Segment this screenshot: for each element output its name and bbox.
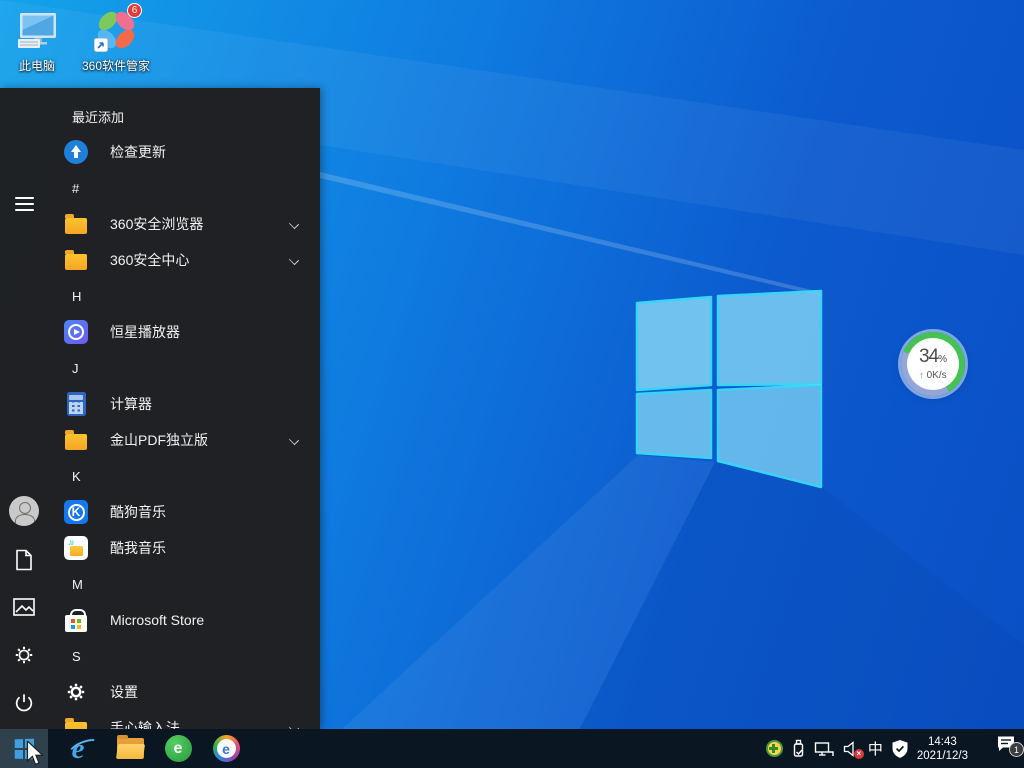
- 360-speed-float-ball[interactable]: 34% ↑ 0K/s: [901, 332, 965, 396]
- chevron-down-icon: [289, 255, 299, 265]
- recently-added-header: 最近添加: [48, 98, 320, 134]
- usb-device-icon[interactable]: [791, 739, 806, 759]
- app-item-settings[interactable]: 设置: [48, 674, 320, 710]
- taskbar-file-explorer-button[interactable]: [106, 729, 154, 768]
- user-account-button[interactable]: [0, 491, 48, 531]
- taskbar-360-safe-browser-button[interactable]: e: [154, 729, 202, 768]
- pictures-icon: [13, 597, 35, 617]
- hamburger-icon: [15, 197, 34, 211]
- app-list: 最近添加 检查更新 # 360安全浏览器 360安全中心 H: [48, 88, 320, 729]
- mute-x-badge: ×: [854, 749, 864, 759]
- rail-settings-button[interactable]: [0, 635, 48, 675]
- upload-arrow-icon: ↑: [919, 370, 924, 380]
- folder-item-shouxin-ime[interactable]: 手心输入法: [48, 710, 320, 729]
- this-pc-icon: [13, 6, 61, 54]
- app-item-check-updates[interactable]: 检查更新: [48, 134, 320, 170]
- start-menu: 最近添加 检查更新 # 360安全浏览器 360安全中心 H: [0, 88, 320, 729]
- notification-count-badge: 1: [1009, 742, 1024, 757]
- settings-gear-icon: [64, 680, 88, 704]
- section-header-s[interactable]: S: [48, 638, 320, 674]
- 360-speed-browser-icon: e: [213, 735, 240, 762]
- shortcut-arrow-icon: [94, 38, 108, 52]
- folder-icon: [64, 248, 88, 272]
- memory-usage-percent: 34%: [919, 348, 947, 369]
- app-item-hengxing-player[interactable]: 恒星播放器: [48, 314, 320, 350]
- float-ball-inner: 34% ↑ 0K/s: [907, 338, 959, 390]
- start-button[interactable]: [0, 729, 48, 768]
- pictures-button[interactable]: [0, 587, 48, 627]
- power-button[interactable]: [0, 683, 48, 723]
- chevron-down-icon: [289, 219, 299, 229]
- section-header-hash[interactable]: #: [48, 170, 320, 206]
- folder-item-360-security[interactable]: 360安全中心: [48, 242, 320, 278]
- app-item-kugou-music[interactable]: 酷狗音乐: [48, 494, 320, 530]
- section-header-k[interactable]: K: [48, 458, 320, 494]
- folder-icon: [64, 716, 88, 729]
- desktop-icon-360-software-manager[interactable]: 6 360软件管家: [79, 6, 153, 74]
- 360-safe-browser-icon: e: [165, 735, 192, 762]
- folder-icon: [64, 212, 88, 236]
- folder-icon: [64, 428, 88, 452]
- desktop: 此电脑 6 360软件管家 34% ↑ 0K/s: [0, 0, 1024, 768]
- update-count-badge: 6: [127, 3, 142, 18]
- taskbar: e e e: [0, 729, 1024, 768]
- tray-date: 2021/12/3: [917, 749, 968, 763]
- check-updates-icon: [64, 140, 88, 164]
- documents-button[interactable]: [0, 540, 48, 580]
- tray-time: 14:43: [917, 735, 968, 749]
- gear-icon: [13, 644, 35, 666]
- desktop-icon-label: 此电脑: [19, 57, 55, 74]
- ime-indicator[interactable]: 中: [868, 738, 883, 759]
- folder-item-kingsoft-pdf[interactable]: 金山PDF独立版: [48, 422, 320, 458]
- action-center-button[interactable]: 1: [996, 735, 1016, 753]
- kuwo-music-icon: [64, 536, 88, 560]
- section-header-j[interactable]: J: [48, 350, 320, 386]
- folder-item-360-browser[interactable]: 360安全浏览器: [48, 206, 320, 242]
- desktop-icon-label: 360软件管家: [82, 57, 150, 74]
- section-header-m[interactable]: M: [48, 566, 320, 602]
- network-speed: ↑ 0K/s: [919, 370, 946, 381]
- hengxing-player-icon: [64, 320, 88, 344]
- network-icon[interactable]: [814, 740, 835, 758]
- file-explorer-icon: [117, 738, 144, 759]
- calculator-icon: [64, 392, 88, 416]
- app-item-microsoft-store[interactable]: Microsoft Store: [48, 602, 320, 638]
- 360-tray-icon[interactable]: [766, 740, 783, 757]
- microsoft-store-icon: [64, 608, 88, 632]
- app-item-kuwo-music[interactable]: 酷我音乐: [48, 530, 320, 566]
- start-menu-rail: [0, 88, 48, 729]
- desktop-icon-this-pc[interactable]: 此电脑: [0, 6, 74, 74]
- kugou-music-icon: [64, 500, 88, 524]
- taskbar-360-speed-browser-button[interactable]: e: [202, 729, 250, 768]
- defender-shield-icon[interactable]: [891, 739, 909, 759]
- windows-logo-icon: [15, 738, 34, 758]
- power-icon: [13, 692, 35, 714]
- app-item-calculator[interactable]: 计算器: [48, 386, 320, 422]
- ie-icon: e: [72, 736, 85, 762]
- system-tray: × 中 14:43 2021/12/3: [766, 729, 968, 768]
- menu-expand-button[interactable]: [0, 184, 48, 224]
- taskbar-ie-button[interactable]: e: [54, 729, 102, 768]
- clock[interactable]: 14:43 2021/12/3: [917, 735, 968, 763]
- volume-button[interactable]: ×: [843, 741, 860, 757]
- user-avatar-icon: [9, 496, 39, 526]
- chevron-down-icon: [289, 435, 299, 445]
- document-icon: [14, 549, 34, 571]
- section-header-h[interactable]: H: [48, 278, 320, 314]
